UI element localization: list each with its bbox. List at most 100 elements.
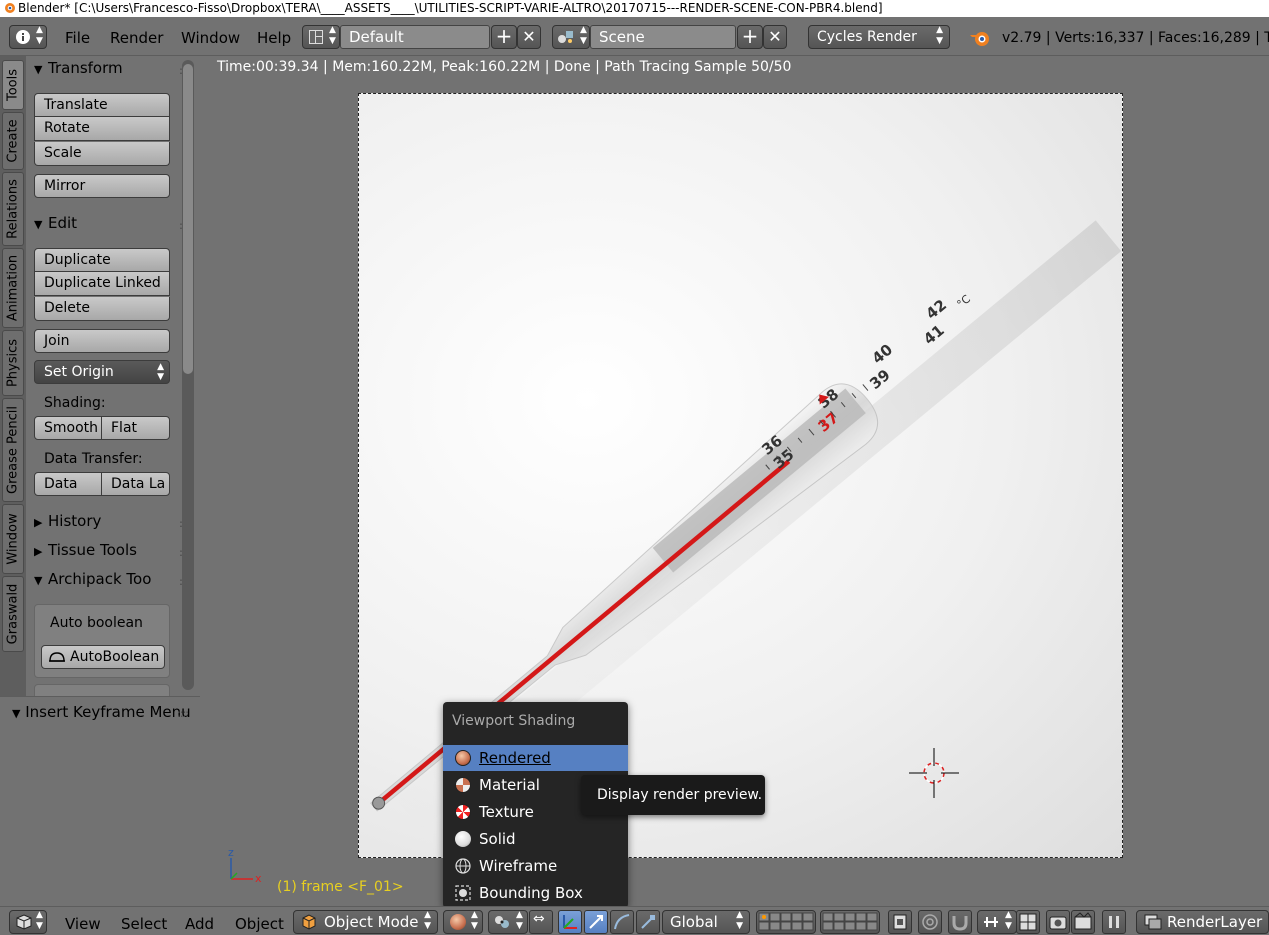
smooth-shading-button[interactable]: Smooth — [34, 416, 102, 440]
tab-relations[interactable]: Relations — [2, 172, 24, 246]
manipulator-toggle-icon[interactable]: ⇔ — [529, 910, 553, 934]
rendered-shading-icon — [450, 914, 466, 930]
duplicate-button[interactable]: Duplicate — [34, 248, 170, 272]
editor-type-button[interactable]: ▲ ▼ — [9, 910, 47, 934]
scale-label-40: 40 — [869, 340, 897, 367]
edit-panel-header[interactable]: ▼ Edit — [34, 214, 77, 232]
menu-view[interactable]: View — [65, 915, 101, 933]
translate-button[interactable]: Translate — [34, 93, 170, 117]
material-shading-icon — [455, 777, 471, 793]
tissue-tools-panel-header[interactable]: ▶ Tissue Tools — [34, 541, 137, 559]
scene-browse-button[interactable]: ▲ ▼ — [552, 25, 590, 49]
insert-keyframe-menu-header[interactable]: ▼ Insert Keyframe Menu — [12, 703, 191, 721]
lock-layers-icon[interactable] — [888, 910, 912, 934]
editor-type-button[interactable]: ▲ ▼ — [9, 25, 47, 49]
3d-cursor-icon[interactable] — [909, 748, 959, 798]
menu-item-wireframe[interactable]: Wireframe — [443, 853, 628, 879]
menu-render[interactable]: Render — [110, 29, 163, 47]
window-title: Blender* [C:\Users\Francesco-Fisso\Dropb… — [18, 1, 883, 15]
tab-physics[interactable]: Physics — [2, 330, 24, 396]
menu-item-bounding-box[interactable]: Bounding Box — [443, 880, 628, 906]
chevron-updown-icon: ▲ ▼ — [1005, 910, 1012, 931]
chevron-updown-icon: ▲ ▼ — [471, 910, 478, 931]
data-transfer-button[interactable]: Data — [34, 472, 102, 496]
data-layout-transfer-button[interactable]: Data La — [101, 472, 170, 496]
add-screen-icon[interactable]: + — [491, 25, 517, 49]
history-panel-header[interactable]: ▶ History — [34, 512, 101, 530]
render-layer-button[interactable]: RenderLayer — [1136, 910, 1269, 934]
render-layer-label: RenderLayer — [1167, 913, 1263, 931]
rotate-button[interactable]: Rotate — [34, 117, 170, 141]
translate-manipulator-icon[interactable] — [558, 910, 582, 934]
layers-grid-2[interactable] — [820, 910, 880, 934]
autoboolean-button[interactable]: AutoBoolean — [41, 645, 165, 669]
tool-shelf-scrollbar[interactable] — [182, 60, 194, 690]
window-titlebar: Blender* [C:\Users\Francesco-Fisso\Dropb… — [0, 0, 1269, 17]
tab-graswald[interactable]: Graswald — [2, 576, 24, 652]
render-engine-dropdown[interactable]: Cycles Render ▲ ▼ — [808, 25, 950, 49]
expand-triangle-icon: ▼ — [12, 707, 21, 720]
delete-button[interactable]: Delete — [34, 297, 170, 321]
remove-screen-icon[interactable]: ✕ — [517, 25, 541, 49]
snap-magnet-icon[interactable] — [948, 910, 972, 934]
chevron-updown-icon: ▲ ▼ — [36, 910, 43, 931]
axis-x-label: x — [255, 872, 262, 885]
join-button[interactable]: Join — [34, 329, 170, 353]
remove-scene-icon[interactable]: ✕ — [763, 25, 787, 49]
set-origin-dropdown[interactable]: Set Origin ▲ ▼ — [34, 360, 170, 384]
info-header: ▲ ▼ File Render Window Help ▲ ▼ Default + … — [0, 17, 1269, 56]
blender-logo-icon — [5, 3, 15, 13]
viewport-shading-dropdown[interactable]: ▲ ▼ — [443, 910, 483, 934]
flat-shading-button[interactable]: Flat — [101, 416, 170, 440]
expand-triangle-icon: ▼ — [34, 218, 43, 231]
menu-select[interactable]: Select — [121, 915, 167, 933]
tab-animation[interactable]: Animation — [2, 248, 24, 328]
menu-add[interactable]: Add — [185, 915, 214, 933]
add-scene-icon[interactable]: + — [737, 25, 763, 49]
set-origin-label: Set Origin — [44, 364, 114, 380]
tab-tools[interactable]: Tools — [2, 60, 24, 110]
archipack-panel-header[interactable]: ▼ Archipack Too — [34, 570, 151, 588]
menu-help[interactable]: Help — [257, 29, 291, 47]
screen-layout-field[interactable]: Default — [340, 25, 490, 49]
chevron-updown-icon: ▲ ▼ — [36, 25, 43, 46]
pivot-point-dropdown[interactable]: ▲ ▼ — [488, 910, 528, 934]
chevron-updown-icon: ▲ ▼ — [736, 910, 743, 931]
tab-window[interactable]: Window — [2, 504, 24, 574]
tab-grease-pencil[interactable]: Grease Pencil — [2, 398, 24, 502]
arc-manipulator-icon[interactable] — [610, 910, 634, 934]
menu-file[interactable]: File — [65, 29, 90, 47]
opengl-render-icon[interactable] — [1016, 910, 1040, 934]
menu-item-rendered[interactable]: Rendered — [443, 745, 628, 771]
duplicate-linked-button[interactable]: Duplicate Linked — [34, 272, 170, 296]
screen-layout-browse-button[interactable]: ▲ ▼ — [302, 25, 340, 49]
frame-label: (1) frame <F_01> — [277, 879, 404, 895]
scene-field[interactable]: Scene — [590, 25, 736, 49]
tab-create[interactable]: Create — [2, 112, 24, 170]
layers-grid-1[interactable] — [756, 910, 816, 934]
menu-object[interactable]: Object — [235, 915, 284, 933]
snap-increment-icon — [984, 917, 998, 927]
mirror-button[interactable]: Mirror — [34, 174, 170, 198]
menu-item-solid[interactable]: Solid — [443, 826, 628, 852]
render-animation-icon[interactable] — [1071, 910, 1095, 934]
layers-icon — [822, 912, 878, 931]
data-transfer-label: Data Transfer: — [44, 451, 143, 467]
render-image-icon[interactable] — [1046, 910, 1070, 934]
snap-element-dropdown[interactable]: ▲ ▼ — [977, 910, 1017, 934]
chevron-updown-icon: ▲ ▼ — [424, 910, 431, 931]
mode-dropdown[interactable]: Object Mode ▲ ▼ — [293, 910, 438, 934]
transform-panel-header[interactable]: ▼ Transform — [34, 59, 123, 77]
transform-orientation-dropdown[interactable]: Global ▲ ▼ — [662, 910, 750, 934]
rotate-manipulator-icon[interactable] — [584, 910, 608, 934]
scale-manipulator-icon[interactable] — [636, 910, 660, 934]
proportional-editing-icon[interactable] — [918, 910, 942, 934]
scale-label-39: 39 — [866, 366, 894, 393]
drag-grip-icon[interactable]: :::: — [177, 707, 189, 720]
layout-icon — [309, 30, 323, 44]
menu-window[interactable]: Window — [181, 29, 240, 47]
scale-button[interactable]: Scale — [34, 142, 170, 166]
chevron-updown-icon: ▲ ▼ — [580, 25, 587, 46]
pause-icon[interactable] — [1102, 910, 1126, 934]
scrollbar-thumb[interactable] — [183, 64, 193, 374]
